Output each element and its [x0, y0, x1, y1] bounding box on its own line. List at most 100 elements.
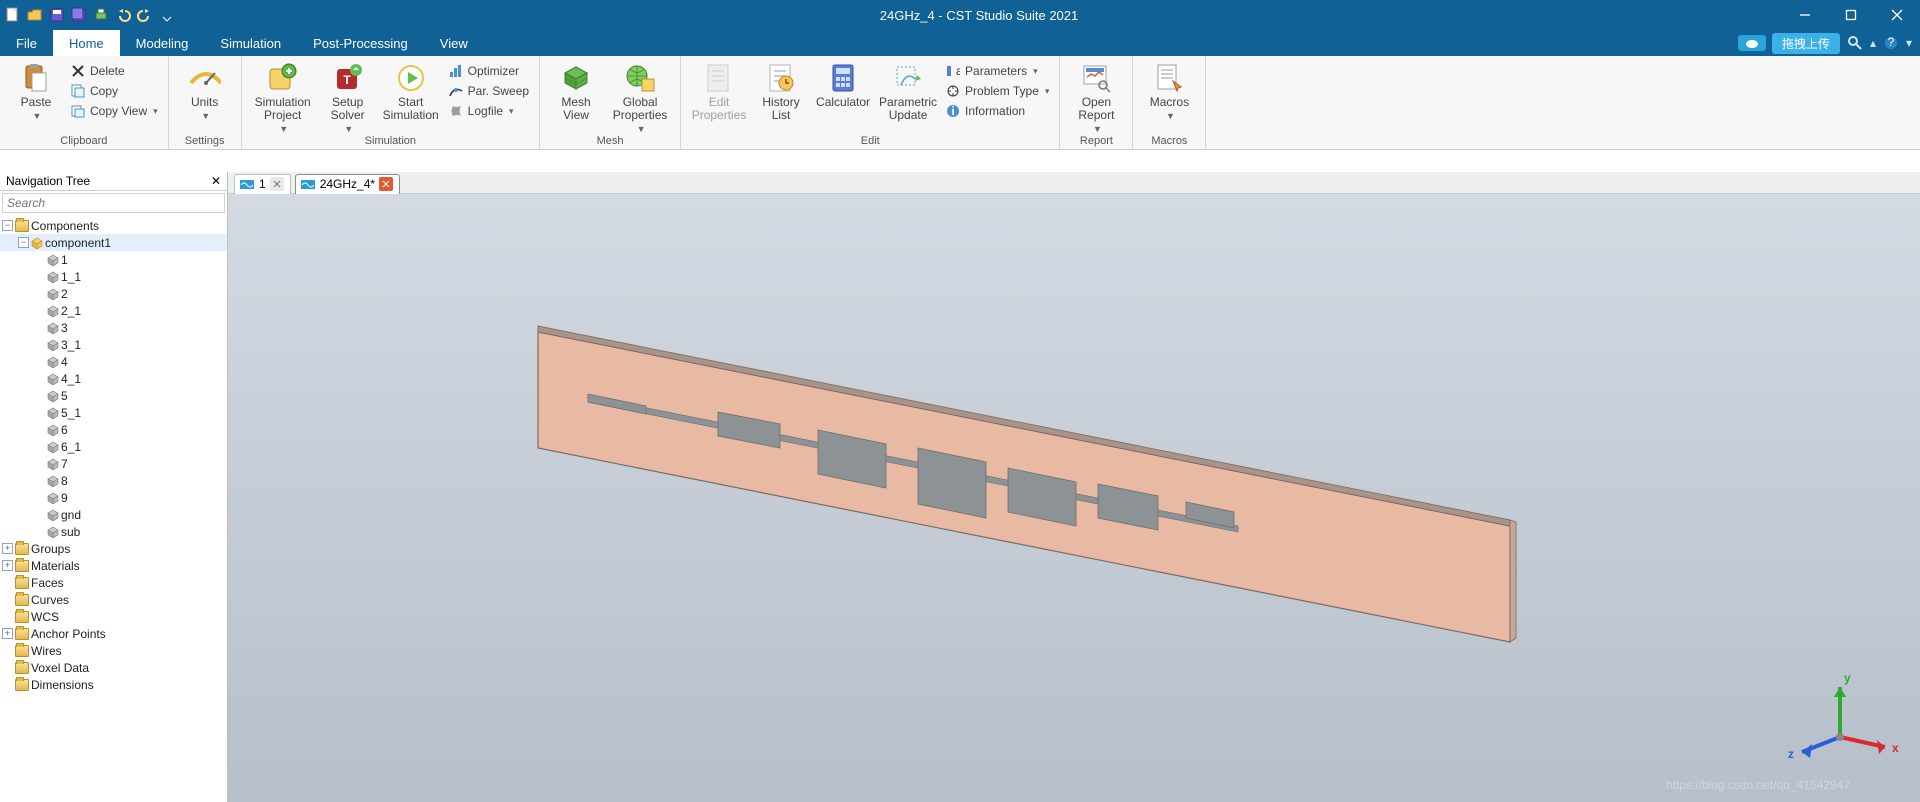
- tree-item[interactable]: 1: [0, 251, 227, 268]
- macros-button[interactable]: Macros▼: [1139, 58, 1199, 121]
- copy-button[interactable]: Copy: [66, 82, 162, 100]
- mesh-view-button[interactable]: Mesh View: [546, 58, 606, 122]
- tab-view[interactable]: View: [424, 30, 484, 56]
- tree-item[interactable]: Faces: [0, 574, 227, 591]
- tree-item[interactable]: Wires: [0, 642, 227, 659]
- viewport-3d[interactable]: 1 24GHz_4*: [228, 172, 1920, 802]
- tree-item[interactable]: sub: [0, 523, 227, 540]
- tree-item[interactable]: 7: [0, 455, 227, 472]
- tree-item-label: Anchor Points: [31, 627, 106, 641]
- redo-icon[interactable]: [136, 6, 154, 24]
- new-icon[interactable]: [4, 6, 22, 24]
- tree-item-label: WCS: [31, 610, 59, 624]
- chevron-down-icon[interactable]: ▾: [1906, 36, 1912, 50]
- tree-item[interactable]: 5: [0, 387, 227, 404]
- tree-item[interactable]: 2_1: [0, 302, 227, 319]
- tree-item-label: 4_1: [61, 372, 81, 386]
- simulation-project-button[interactable]: Simulation Project▼: [248, 58, 318, 134]
- tree-item[interactable]: 3_1: [0, 336, 227, 353]
- chevron-up-icon[interactable]: ▴: [1870, 36, 1876, 50]
- close-icon[interactable]: ✕: [211, 174, 221, 188]
- paste-button[interactable]: Paste▼: [6, 58, 66, 121]
- tree-item[interactable]: WCS: [0, 608, 227, 625]
- tab-home[interactable]: Home: [53, 30, 120, 56]
- cloud-widget[interactable]: [1738, 35, 1766, 51]
- tree-item[interactable]: 8: [0, 472, 227, 489]
- navigation-search[interactable]: [2, 193, 225, 213]
- close-button[interactable]: [1874, 0, 1920, 30]
- tree-item[interactable]: 9: [0, 489, 227, 506]
- tree-item[interactable]: −Components: [0, 217, 227, 234]
- copyview-button[interactable]: Copy View▾: [66, 102, 162, 120]
- open-report-button[interactable]: Open Report▼: [1066, 58, 1126, 134]
- information-button[interactable]: iInformation: [941, 102, 1053, 120]
- tree-item[interactable]: 5_1: [0, 404, 227, 421]
- saveall-icon[interactable]: [70, 6, 88, 24]
- tree-item[interactable]: gnd: [0, 506, 227, 523]
- tab-modeling[interactable]: Modeling: [120, 30, 205, 56]
- window-title: 24GHz_4 - CST Studio Suite 2021: [176, 8, 1782, 23]
- help-icon[interactable]: ?: [1882, 34, 1900, 52]
- svg-text:T: T: [343, 73, 351, 87]
- search-icon[interactable]: [1846, 34, 1864, 52]
- tree-item[interactable]: +Materials: [0, 557, 227, 574]
- units-button[interactable]: Units▼: [175, 58, 235, 121]
- model-view: [228, 172, 1920, 802]
- group-label: Mesh: [546, 135, 674, 149]
- upload-pill[interactable]: 拖拽上传: [1772, 33, 1840, 54]
- navigation-tree-title: Navigation Tree ✕: [0, 172, 227, 191]
- search-input[interactable]: [3, 194, 224, 212]
- parameters-button[interactable]: aParameters▾: [941, 62, 1053, 80]
- tree-item-label: Materials: [31, 559, 80, 573]
- tree-item[interactable]: +Groups: [0, 540, 227, 557]
- tree-item-label: 1: [61, 253, 68, 267]
- tree-item-label: Faces: [31, 576, 64, 590]
- title-bar: 24GHz_4 - CST Studio Suite 2021: [0, 0, 1920, 30]
- tree-item[interactable]: 6_1: [0, 438, 227, 455]
- tree-item-label: sub: [61, 525, 80, 539]
- history-list-button[interactable]: History List: [751, 58, 811, 122]
- tab-file[interactable]: File: [0, 30, 53, 56]
- setup-solver-button[interactable]: T Setup Solver▼: [318, 58, 378, 134]
- optimizer-button[interactable]: Optimizer: [444, 62, 533, 80]
- tree-item-label: Dimensions: [31, 678, 94, 692]
- group-macros: Macros▼ Macros: [1133, 56, 1206, 149]
- calculator-button[interactable]: Calculator: [811, 58, 875, 109]
- tab-simulation[interactable]: Simulation: [204, 30, 297, 56]
- logfile-button[interactable]: Logfile▾: [444, 102, 533, 120]
- tree-item[interactable]: 4_1: [0, 370, 227, 387]
- save-icon[interactable]: [48, 6, 66, 24]
- delete-button[interactable]: Delete: [66, 62, 162, 80]
- ribbon-tab-strip: File Home Modeling Simulation Post-Proce…: [0, 30, 1920, 56]
- tree-item[interactable]: 1_1: [0, 268, 227, 285]
- maximize-button[interactable]: [1828, 0, 1874, 30]
- tree-item[interactable]: 2: [0, 285, 227, 302]
- start-simulation-button[interactable]: Start Simulation: [378, 58, 444, 122]
- tree-item[interactable]: 3: [0, 319, 227, 336]
- open-icon[interactable]: [26, 6, 44, 24]
- navigation-tree[interactable]: −Components−component1 1 1_122_1 33_14 4_155…: [0, 215, 227, 802]
- global-properties-button[interactable]: Global Properties▼: [606, 58, 674, 134]
- print-icon[interactable]: [92, 6, 110, 24]
- tree-item[interactable]: Voxel Data: [0, 659, 227, 676]
- tab-postprocessing[interactable]: Post-Processing: [297, 30, 424, 56]
- orientation-triad[interactable]: x y z: [1780, 662, 1900, 782]
- tree-item[interactable]: 4: [0, 353, 227, 370]
- problem-type-button[interactable]: Problem Type▾: [941, 82, 1053, 100]
- tree-item[interactable]: 6: [0, 421, 227, 438]
- tree-item[interactable]: Dimensions: [0, 676, 227, 693]
- minimize-button[interactable]: [1782, 0, 1828, 30]
- ribbon: Paste▼ Delete Copy Copy View▾ Clipboard …: [0, 56, 1920, 150]
- group-label: Simulation: [248, 135, 533, 149]
- group-label: Report: [1066, 135, 1126, 149]
- tree-item-label: 3: [61, 321, 68, 335]
- tree-item[interactable]: −component1: [0, 234, 227, 251]
- qat-overflow-icon[interactable]: [158, 6, 176, 24]
- tree-item[interactable]: +Anchor Points: [0, 625, 227, 642]
- parametric-update-button[interactable]: Parametric Update: [875, 58, 941, 122]
- tree-item-label: 1_1: [61, 270, 81, 284]
- par-sweep-button[interactable]: Par. Sweep: [444, 82, 533, 100]
- undo-icon[interactable]: [114, 6, 132, 24]
- group-label: Edit: [687, 135, 1053, 149]
- tree-item[interactable]: Curves: [0, 591, 227, 608]
